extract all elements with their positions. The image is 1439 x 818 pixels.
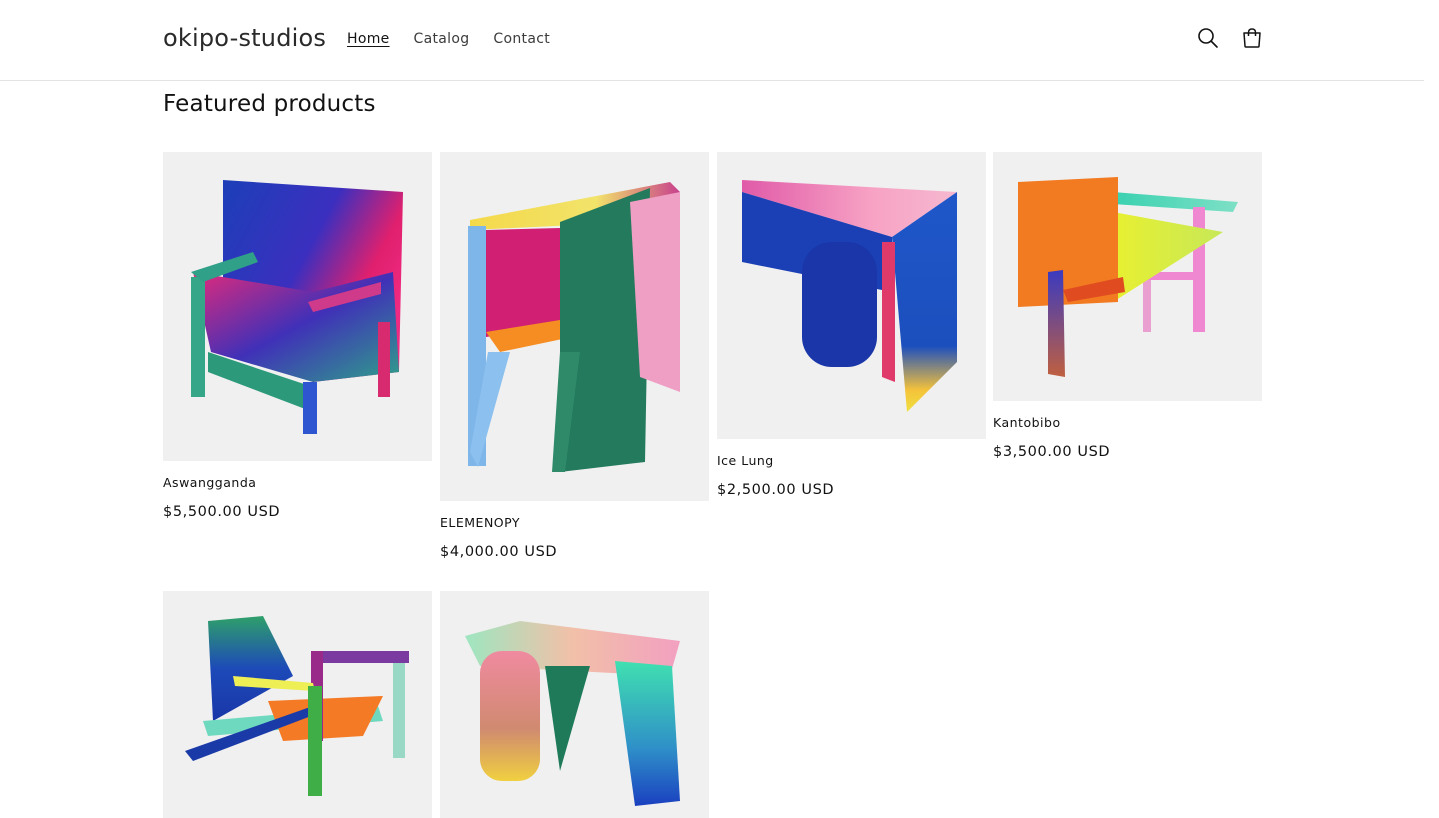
product-price: $4,000.00 USD [440,544,558,560]
search-button[interactable] [1196,26,1220,50]
nav-home[interactable]: Home [347,30,390,48]
product-title[interactable]: Kantobibo [993,415,1262,430]
product-card[interactable]: ELEMENOPY $4,000.00 USD [440,152,709,560]
nav-catalog[interactable]: Catalog [414,30,470,48]
cart-button[interactable] [1240,26,1264,50]
product-price: $2,500.00 USD [717,482,835,498]
product-card[interactable]: Aswangganda $5,500.00 USD [163,152,432,520]
section-title: Featured products [163,91,376,117]
product-image[interactable] [717,152,986,439]
site-header: okipo-studios Home Catalog Contact [0,0,1424,81]
product-image[interactable] [440,591,709,818]
product-title[interactable]: Ice Lung [717,453,986,468]
product-price: $5,500.00 USD [163,504,281,520]
product-image[interactable] [163,152,432,461]
store-logo[interactable]: okipo-studios [163,24,326,52]
search-icon [1198,28,1218,48]
product-image[interactable] [163,591,432,818]
product-card[interactable] [163,591,432,818]
storefront-page: okipo-studios Home Catalog Contact Featu… [0,0,1424,818]
product-image[interactable] [440,152,709,501]
main-nav: Home Catalog Contact [347,30,574,48]
product-card[interactable]: Kantobibo $3,500.00 USD [993,152,1262,460]
product-card[interactable] [440,591,709,818]
product-card[interactable]: Ice Lung $2,500.00 USD [717,152,986,498]
product-title[interactable]: ELEMENOPY [440,515,709,530]
product-image[interactable] [993,152,1262,401]
cart-icon [1243,28,1261,48]
nav-contact[interactable]: Contact [493,30,550,48]
product-title[interactable]: Aswangganda [163,475,432,490]
product-price: $3,500.00 USD [993,444,1111,460]
